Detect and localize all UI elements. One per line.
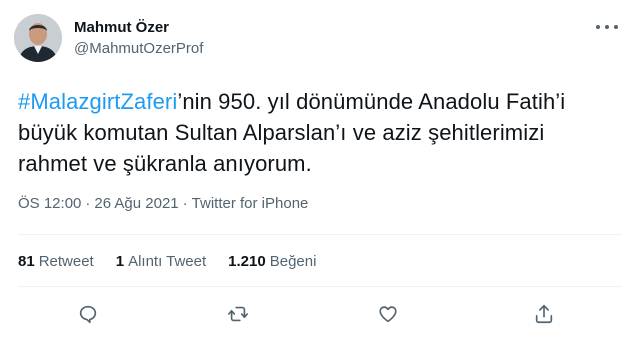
more-dot [596,25,600,29]
quote-stat[interactable]: 1 Alıntı Tweet [116,252,206,271]
quote-count: 1 [115,253,125,270]
retweet-label: Retweet [38,253,94,270]
divider [18,286,622,287]
avatar-photo [14,14,62,62]
tweet-meta: ÖS 12:00 · 26 Ağu 2021 · Twitter for iPhone [18,194,308,213]
like-button[interactable] [374,300,402,328]
author-handle[interactable]: @MahmutOzerProf [74,39,203,58]
meta-separator: · [85,195,91,212]
retweet-count: 81 [18,253,35,270]
tweet-text: #MalazgirtZaferi’nin 950. yıl dönümünde … [18,86,618,179]
quote-label: Alıntı Tweet [128,253,207,270]
retweet-icon [228,306,248,322]
tweet-date[interactable]: 26 Ağu 2021 [94,195,178,212]
avatar[interactable] [14,14,62,62]
action-bar [0,296,640,332]
more-icon[interactable] [596,22,618,32]
retweet-button[interactable] [224,300,252,328]
tweet: Mahmut Özer @MahmutOzerProf #MalazgirtZa… [0,0,640,348]
author-display-name[interactable]: Mahmut Özer [74,18,203,37]
more-dot [605,25,609,29]
heart-icon [379,306,397,323]
tweet-stats: 81 Retweet 1 Alıntı Tweet 1.210 Beğeni [18,252,316,271]
retweet-stat[interactable]: 81 Retweet [18,252,94,271]
like-count: 1.210 [228,253,266,270]
share-icon [535,304,553,324]
like-label: Beğeni [269,253,317,270]
like-stat[interactable]: 1.210 Beğeni [228,252,316,271]
meta-separator: · [182,195,188,212]
reply-button[interactable] [74,300,102,328]
tweet-source[interactable]: Twitter for iPhone [192,195,309,212]
hashtag-link[interactable]: #MalazgirtZaferi [18,89,177,114]
share-button[interactable] [530,300,558,328]
more-dot [614,25,618,29]
author-block: Mahmut Özer @MahmutOzerProf [74,18,203,58]
divider [18,234,622,235]
tweet-time[interactable]: ÖS 12:00 [18,195,81,212]
reply-icon [79,305,97,324]
